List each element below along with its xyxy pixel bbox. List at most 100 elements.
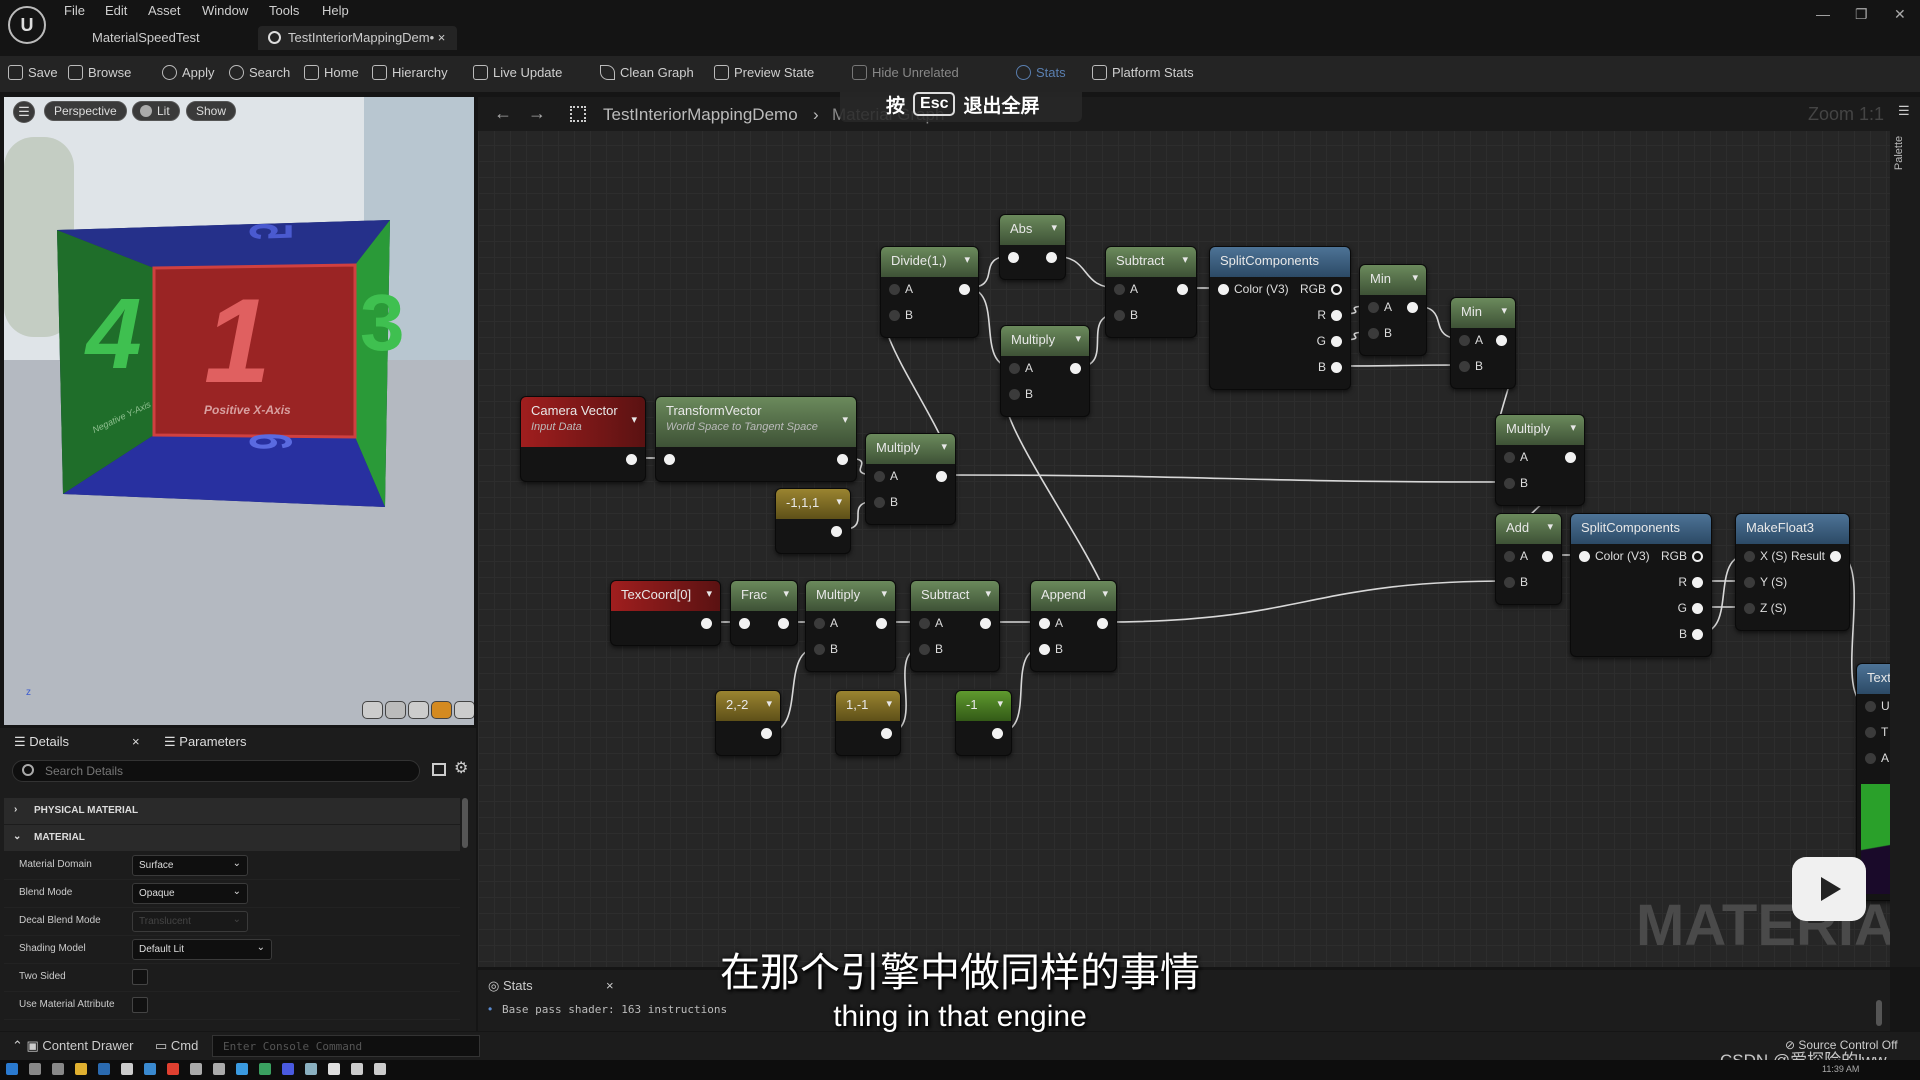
input-pin[interactable]	[1114, 310, 1125, 321]
taskbar-app-icon[interactable]	[328, 1063, 340, 1075]
node-multleft[interactable]: Multiply ▾ A B	[865, 433, 956, 525]
palette-icon[interactable]: ☰	[1898, 103, 1910, 119]
node-camera[interactable]: Camera Vector Input Data ▾	[520, 396, 646, 482]
output-pin[interactable]	[626, 454, 637, 465]
clean-graph-button[interactable]: Clean Graph	[600, 65, 694, 80]
taskbar-app-icon[interactable]	[144, 1063, 156, 1075]
input-pin[interactable]	[814, 618, 825, 629]
taskbar-app-icon[interactable]	[75, 1063, 87, 1075]
settings-gear-icon[interactable]: ⚙	[454, 758, 468, 778]
taskbar-app-icon[interactable]	[121, 1063, 133, 1075]
output-pin[interactable]	[1097, 618, 1108, 629]
taskbar-app-icon[interactable]	[6, 1063, 18, 1075]
plane-icon[interactable]	[408, 701, 429, 719]
table-view-icon[interactable]	[432, 763, 446, 776]
save-button[interactable]: Save	[8, 65, 58, 80]
input-pin[interactable]	[1368, 302, 1379, 313]
platform-stats-button[interactable]: Platform Stats	[1092, 65, 1194, 80]
input-pin[interactable]	[1039, 644, 1050, 655]
chevron-down-icon[interactable]: ▾	[631, 413, 637, 426]
tab-test-interior-mapping[interactable]: TestInteriorMappingDem• ×	[258, 26, 458, 50]
taskbar-app-icon[interactable]	[282, 1063, 294, 1075]
hide-unrelated-button[interactable]: Hide Unrelated	[852, 65, 959, 80]
node-mult2[interactable]: Multiply ▾ A B	[805, 580, 896, 672]
chevron-down-icon[interactable]: ▾	[1051, 221, 1057, 234]
taskbar-app-icon[interactable]	[52, 1063, 64, 1075]
input-pin[interactable]	[874, 497, 885, 508]
node-transform[interactable]: TransformVector World Space to Tangent Sp…	[655, 396, 857, 482]
chevron-down-icon[interactable]: ▾	[985, 587, 991, 600]
chevron-down-icon[interactable]: ▾	[881, 587, 887, 600]
menu-file[interactable]: File	[64, 3, 85, 18]
taskbar-app-icon[interactable]	[98, 1063, 110, 1075]
output-pin[interactable]	[1331, 284, 1342, 295]
property-checkbox[interactable]	[132, 969, 148, 985]
input-pin[interactable]	[1459, 335, 1470, 346]
property-dropdown[interactable]: Opaque ⌄	[132, 883, 248, 904]
chevron-down-icon[interactable]: ▾	[1547, 520, 1553, 533]
output-pin[interactable]	[936, 471, 947, 482]
node-multmid[interactable]: Multiply ▾ A B	[1000, 325, 1090, 417]
chevron-down-icon[interactable]: ▾	[783, 587, 789, 600]
output-pin[interactable]	[1692, 551, 1703, 562]
node-mf3[interactable]: MakeFloat3 X (S) Y (S) Z (S) Result	[1735, 513, 1850, 631]
output-pin[interactable]	[1331, 362, 1342, 373]
cube-icon[interactable]	[431, 701, 452, 719]
restore-button[interactable]: ❐	[1855, 6, 1868, 23]
node-split1[interactable]: SplitComponents Color (V3) RGB R G B	[1209, 246, 1351, 390]
chevron-down-icon[interactable]: ▾	[836, 495, 842, 508]
node-divide[interactable]: Divide(1,) ▾ A B	[880, 246, 979, 338]
preview-state-button[interactable]: Preview State	[714, 65, 814, 80]
sphere-icon[interactable]	[385, 701, 406, 719]
input-pin[interactable]	[1504, 577, 1515, 588]
taskbar-app-icon[interactable]	[305, 1063, 317, 1075]
taskbar-app-icon[interactable]	[259, 1063, 271, 1075]
input-pin[interactable]	[1865, 753, 1876, 764]
input-pin[interactable]	[1368, 328, 1379, 339]
taskbar-app-icon[interactable]	[374, 1063, 386, 1075]
property-checkbox[interactable]	[132, 997, 148, 1013]
node-abs[interactable]: Abs ▾	[999, 214, 1066, 280]
back-arrow-icon[interactable]: ←	[494, 103, 512, 124]
output-pin[interactable]	[1331, 336, 1342, 347]
breadcrumb-asset[interactable]: TestInteriorMappingDemo	[603, 105, 798, 125]
output-pin[interactable]	[876, 618, 887, 629]
perspective-button[interactable]: Perspective	[44, 101, 127, 121]
node-cm1[interactable]: -1 ▾	[955, 690, 1012, 756]
wire-multleft-to-multright[interactable]	[942, 474, 1509, 483]
details-scrollbar[interactable]	[462, 798, 468, 848]
live-update-button[interactable]: Live Update	[473, 65, 562, 80]
input-pin[interactable]	[919, 644, 930, 655]
input-pin[interactable]	[1504, 452, 1515, 463]
content-drawer-button[interactable]: ⌃ ▣ Content Drawer	[12, 1038, 133, 1054]
menu-edit[interactable]: Edit	[105, 3, 127, 18]
minimize-button[interactable]: —	[1816, 6, 1830, 22]
lit-button[interactable]: Lit	[132, 101, 180, 121]
node-c111[interactable]: -1,1,1 ▾	[775, 488, 851, 554]
input-pin[interactable]	[874, 471, 885, 482]
chevron-down-icon[interactable]: ▾	[842, 413, 848, 426]
input-pin[interactable]	[814, 644, 825, 655]
console-command-input[interactable]: Enter Console Command	[212, 1035, 480, 1057]
output-pin[interactable]	[1331, 310, 1342, 321]
chevron-down-icon[interactable]: ▾	[1412, 271, 1418, 284]
tab-details[interactable]: ☰ Details	[14, 734, 69, 750]
output-pin[interactable]	[1046, 252, 1057, 263]
output-pin[interactable]	[1407, 302, 1418, 313]
viewport-menu-icon[interactable]: ☰	[13, 101, 35, 123]
taskbar-app-icon[interactable]	[213, 1063, 225, 1075]
output-pin[interactable]	[1830, 551, 1841, 562]
chevron-down-icon[interactable]: ▾	[886, 697, 892, 710]
output-pin[interactable]	[881, 728, 892, 739]
chevron-down-icon[interactable]: ▾	[1501, 304, 1507, 317]
property-dropdown[interactable]: Default Lit ⌄	[132, 939, 272, 960]
details-close-button[interactable]: ×	[132, 734, 140, 749]
input-pin[interactable]	[1744, 551, 1755, 562]
output-pin[interactable]	[1542, 551, 1553, 562]
chevron-down-icon[interactable]: ▾	[706, 587, 712, 600]
input-pin[interactable]	[739, 618, 750, 629]
menu-help[interactable]: Help	[322, 3, 349, 18]
chevron-down-icon[interactable]: ▾	[997, 697, 1003, 710]
menu-tools[interactable]: Tools	[269, 3, 299, 18]
output-pin[interactable]	[761, 728, 772, 739]
